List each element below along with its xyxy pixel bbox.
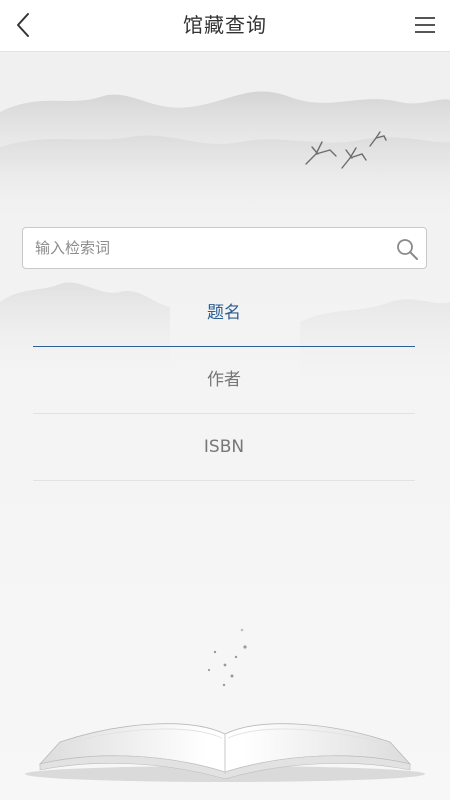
search-field-options: 题名 作者 ISBN [33, 280, 415, 481]
search-field-author[interactable]: 作者 [33, 347, 415, 414]
search-input[interactable] [35, 228, 395, 268]
search-button[interactable] [395, 237, 419, 261]
menu-button[interactable] [412, 10, 438, 40]
search-field-isbn[interactable]: ISBN [33, 414, 415, 481]
page-title: 馆藏查询 [183, 13, 267, 37]
search-field-title[interactable]: 题名 [33, 280, 415, 347]
hamburger-menu-icon [415, 17, 435, 33]
search-icon [397, 239, 418, 260]
search-box [22, 227, 427, 269]
mountain-range-top [0, 91, 450, 222]
app-root: 馆藏查询 输入检索词 题名 作者 ISBN [0, 0, 450, 800]
top-navigation-bar: 馆藏查询 [0, 0, 450, 52]
